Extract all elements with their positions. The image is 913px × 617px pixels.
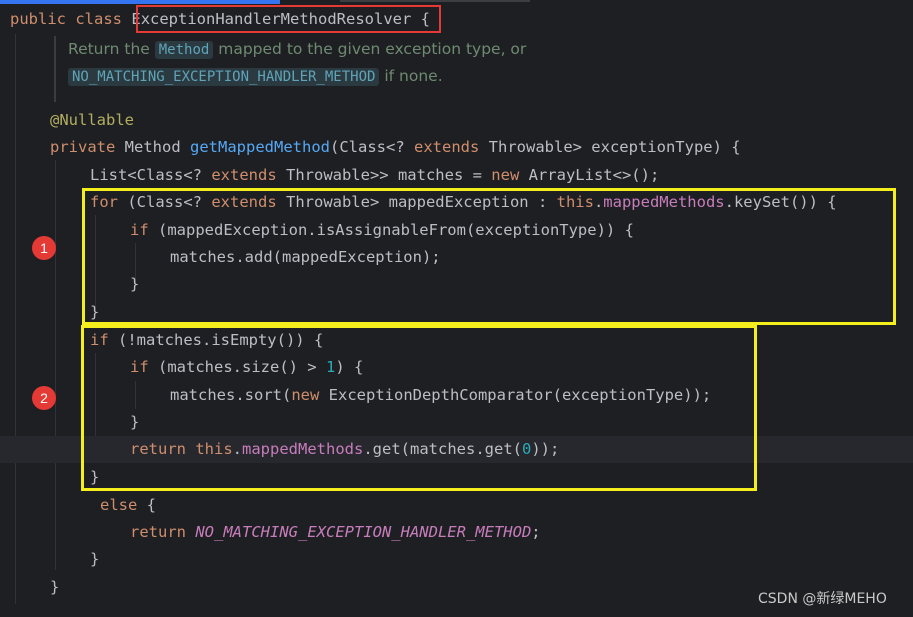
code-text: List<Class<? xyxy=(90,166,212,184)
code-line-close-brace: } xyxy=(90,550,100,568)
code-text: Throwable>> matches = xyxy=(276,166,492,184)
keyword-return: return xyxy=(130,523,186,541)
code-line-return-constant: return NO_MATCHING_EXCEPTION_HANDLER_MET… xyxy=(130,519,541,546)
code-text: Throwable> exceptionType) { xyxy=(479,138,741,156)
code-text: ArrayList<>(); xyxy=(519,166,660,184)
constant-no-matching-handler[interactable]: NO_MATCHING_EXCEPTION_HANDLER_METHOD xyxy=(195,523,531,541)
keyword-public: public xyxy=(10,10,66,28)
code-line-else: else { xyxy=(100,492,156,519)
keyword-extends: extends xyxy=(211,166,277,184)
indent-guide xyxy=(55,160,56,570)
doc-text: Return the xyxy=(68,40,155,58)
return-type: Method xyxy=(124,138,181,156)
keyword-else: else xyxy=(100,496,138,514)
step-marker-1: 1 xyxy=(32,236,56,260)
code-text: { xyxy=(137,496,156,514)
doc-text: if none. xyxy=(379,67,443,85)
code-line-close-brace: } xyxy=(50,578,60,596)
code-text: ; xyxy=(531,523,541,541)
indent-guide xyxy=(15,34,16,604)
keyword-private: private xyxy=(50,138,116,156)
doc-code-constant[interactable]: NO_MATCHING_EXCEPTION_HANDLER_METHOD xyxy=(68,68,380,86)
code-line-method-declaration: private Method getMappedMethod(Class<? e… xyxy=(50,134,741,161)
rendered-javadoc: Return the Method mapped to the given ex… xyxy=(54,36,913,102)
keyword-new: new xyxy=(491,166,520,184)
editor-tab-strip xyxy=(0,0,913,4)
doc-code-method[interactable]: Method xyxy=(154,41,214,59)
doc-text: mapped to the given exception type, or xyxy=(213,40,527,58)
step-marker-2: 2 xyxy=(32,386,56,410)
code-text: (Class<? xyxy=(330,138,414,156)
highlight-box-for-loop xyxy=(82,188,896,325)
code-line-annotation: @Nullable xyxy=(50,111,134,129)
highlight-box-class-name xyxy=(136,5,441,33)
watermark: CSDN @新绿MEHO xyxy=(758,591,887,607)
inactive-tab-indicator xyxy=(340,0,530,2)
keyword-class: class xyxy=(75,10,123,28)
highlight-box-if-block xyxy=(81,325,757,491)
active-tab-indicator xyxy=(0,0,280,4)
code-line-list-init: List<Class<? extends Throwable>> matches… xyxy=(90,162,659,189)
method-name[interactable]: getMappedMethod xyxy=(190,138,330,156)
keyword-extends: extends xyxy=(414,138,480,156)
